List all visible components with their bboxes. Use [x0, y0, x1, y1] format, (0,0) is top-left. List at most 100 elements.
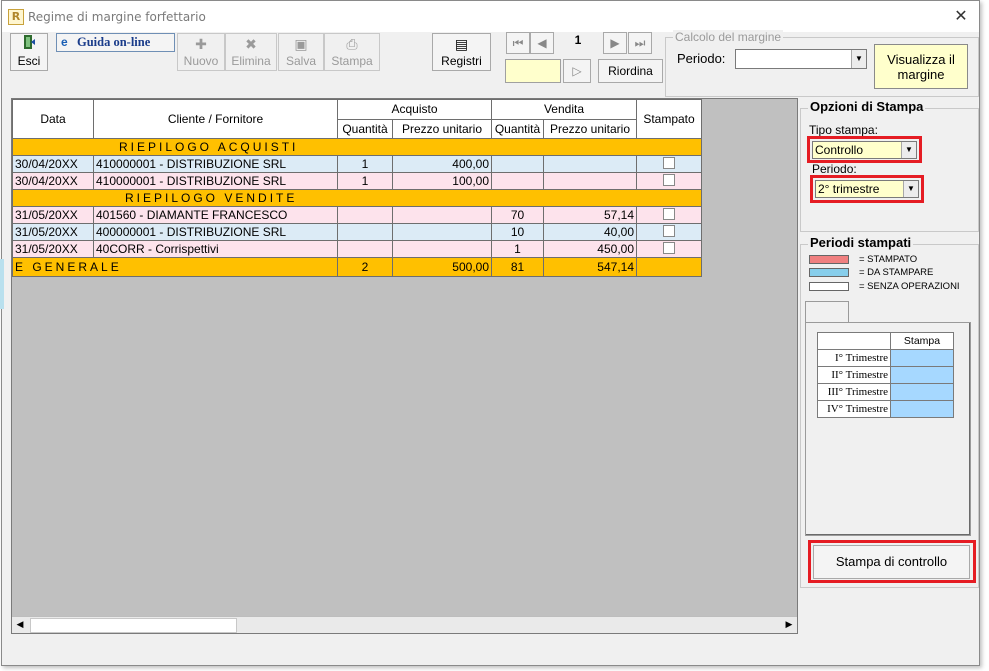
calcolo-periodo-select[interactable]: ▼	[735, 49, 867, 69]
calcolo-margine-title: Calcolo del margine	[673, 30, 784, 44]
cell-prezzo-acquisto: 100,00	[392, 172, 492, 190]
cell-qta-acquisto	[337, 206, 393, 224]
cell-data: 31/05/20XX	[12, 206, 94, 224]
cell-data: 31/05/20XX	[12, 240, 94, 258]
col-header-prezzo-acquisto[interactable]: Prezzo unitario	[392, 118, 492, 139]
operations-table: Data Cliente / Fornitore Acquisto Vendit…	[12, 99, 702, 277]
salva-button[interactable]: ▣ Salva	[278, 33, 324, 71]
elimina-button[interactable]: ✖ Elimina	[225, 33, 277, 71]
opzioni-periodo-value: 2° trimestre	[818, 182, 880, 196]
cell-prezzo-vendita	[543, 155, 637, 173]
cell-qta-acquisto: 1	[337, 155, 393, 173]
periodi-row-label: IV° Trimestre	[817, 400, 891, 418]
registri-button[interactable]: ▤ Registri	[432, 33, 491, 71]
total-label: E GENERALE	[12, 257, 338, 277]
section-riepilogo-vendite: RIEPILOGO VENDITE	[12, 189, 702, 207]
table-row[interactable]: 30/04/20XX 410000001 - DISTRIBUZIONE SRL 1…	[12, 155, 702, 173]
cell-qta-vendita	[491, 155, 544, 173]
table-row[interactable]: 30/04/20XX 410000001 - DISTRIBUZIONE SRL 1…	[12, 172, 702, 190]
stampato-checkbox[interactable]	[663, 241, 675, 254]
visualizza-margine-button[interactable]: Visualizza il margine	[874, 44, 968, 89]
table-row[interactable]: 31/05/20XX 401560 - DIAMANTE FRANCESCO 70 5…	[12, 206, 702, 224]
next-record-icon[interactable]: ▶	[603, 32, 627, 54]
stampato-checkbox[interactable]	[663, 173, 675, 186]
table-row[interactable]: 31/05/20XX 40CORR - Corrispettivi 1 450,00	[12, 240, 702, 258]
periodi-row-stampa[interactable]	[890, 400, 954, 418]
col-header-prezzo-vendita[interactable]: Prezzo unitario	[543, 118, 637, 139]
tipo-stampa-value: Controllo	[815, 143, 864, 157]
visualizza-label: Visualizza il margine	[887, 52, 955, 82]
ie-icon: e	[61, 35, 68, 49]
col-header-quantita-acquisto[interactable]: Quantità	[337, 118, 393, 139]
opzioni-stampa-title: Opzioni di Stampa	[808, 99, 926, 114]
cell-prezzo-acquisto	[392, 206, 492, 224]
col-header-stampato[interactable]: Stampato	[636, 99, 702, 139]
periodi-row-stampa[interactable]	[890, 366, 954, 384]
cell-prezzo-vendita: 57,14	[543, 206, 637, 224]
legend-swatch-stampato	[809, 255, 849, 264]
first-record-icon[interactable]: ⏮	[506, 32, 530, 54]
stampato-checkbox[interactable]	[663, 207, 675, 220]
window-title: Regime di margine forfettario	[28, 10, 206, 24]
total-prezzo-acquisto: 500,00	[392, 257, 492, 277]
salva-label: Salva	[285, 54, 317, 68]
stampa-label: Stampa	[331, 54, 373, 68]
cell-qta-acquisto	[337, 240, 393, 258]
cell-qta-vendita: 70	[491, 206, 544, 224]
cell-prezzo-acquisto	[392, 223, 492, 241]
periodi-header-blank	[817, 332, 891, 350]
scroll-left-icon[interactable]: ◀	[13, 618, 27, 632]
tipo-stampa-select[interactable]: Controllo ▼	[812, 141, 917, 159]
col-header-cliente[interactable]: Cliente / Fornitore	[93, 99, 338, 139]
nuovo-label: Nuovo	[183, 54, 219, 68]
table-row[interactable]: 31/05/20XX 400000001 - DISTRIBUZIONE SRL 1…	[12, 223, 702, 241]
save-icon: ▣	[294, 36, 308, 52]
cell-cliente: 410000001 - DISTRIBUZIONE SRL	[93, 155, 338, 173]
stampato-checkbox[interactable]	[663, 224, 675, 237]
esci-button[interactable]: Esci	[10, 33, 48, 71]
go-to-icon[interactable]: ▷	[563, 59, 591, 83]
cell-prezzo-vendita	[543, 172, 637, 190]
scroll-right-icon[interactable]: ▶	[782, 618, 796, 632]
chevron-down-icon: ▼	[903, 181, 918, 197]
chevron-down-icon: ▼	[851, 50, 866, 68]
periodi-row: I° Trimestre	[817, 349, 954, 367]
calcolo-periodo-label: Periodo:	[677, 51, 726, 66]
exit-icon	[11, 34, 47, 54]
page-input[interactable]	[505, 59, 561, 83]
periodi-row: III° Trimestre	[817, 383, 954, 401]
cell-cliente: 410000001 - DISTRIBUZIONE SRL	[93, 172, 338, 190]
cell-cliente: 400000001 - DISTRIBUZIONE SRL	[93, 223, 338, 241]
col-header-data[interactable]: Data	[12, 99, 94, 139]
delete-icon: ✖	[245, 36, 257, 52]
cell-cliente: 401560 - DIAMANTE FRANCESCO	[93, 206, 338, 224]
guida-label: Guida on-line	[77, 35, 151, 49]
periodi-tab[interactable]	[805, 301, 849, 323]
stampa-di-controllo-button[interactable]: Stampa di controllo	[813, 545, 970, 579]
riordina-button[interactable]: Riordina	[598, 59, 663, 83]
title-bar: R Regime di margine forfettario ✕	[2, 1, 979, 32]
total-row: E GENERALE 2 500,00 81 547,14	[12, 257, 702, 277]
legend-swatch-da-stampare	[809, 268, 849, 277]
nuovo-button[interactable]: ✚ Nuovo	[177, 33, 225, 71]
scrollbar-thumb[interactable]	[30, 618, 237, 633]
close-icon[interactable]: ✕	[951, 6, 971, 26]
cell-prezzo-acquisto	[392, 240, 492, 258]
cell-stampato	[636, 206, 702, 224]
col-header-acquisto: Acquisto	[337, 99, 492, 120]
guida-online-button[interactable]: e Guida on-line	[56, 33, 175, 52]
periodi-row-label: III° Trimestre	[817, 383, 891, 401]
app-icon: R	[8, 9, 24, 25]
cell-data: 30/04/20XX	[12, 172, 94, 190]
stampato-checkbox[interactable]	[663, 156, 675, 169]
data-grid: Data Cliente / Fornitore Acquisto Vendit…	[11, 98, 798, 634]
periodi-row-stampa[interactable]	[890, 383, 954, 401]
last-record-icon[interactable]: ⏭	[628, 32, 652, 54]
opzioni-periodo-select[interactable]: 2° trimestre ▼	[815, 180, 919, 198]
stampa-button[interactable]: ⎙ Stampa	[324, 33, 380, 71]
horizontal-scrollbar[interactable]: ◀ ▶	[12, 616, 797, 633]
col-header-quantita-vendita[interactable]: Quantità	[491, 118, 544, 139]
previous-record-icon[interactable]: ◀	[530, 32, 554, 54]
periodi-row-stampa[interactable]	[890, 349, 954, 367]
cell-cliente: 40CORR - Corrispettivi	[93, 240, 338, 258]
